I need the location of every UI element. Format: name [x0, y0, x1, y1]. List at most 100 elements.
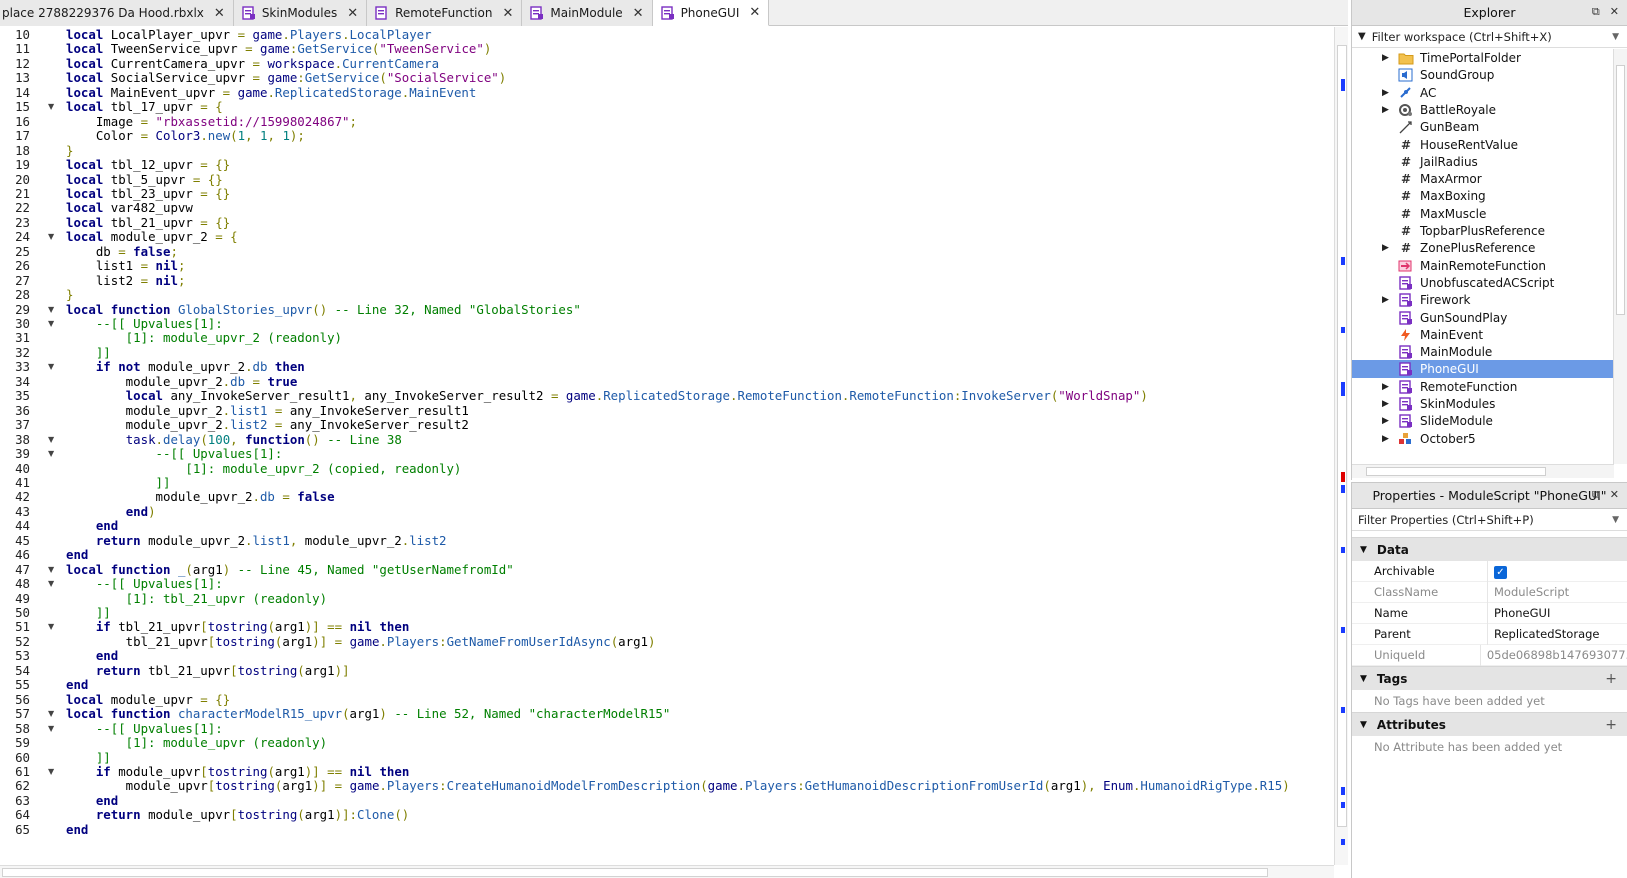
code-line[interactable]: list1 = nil;	[66, 258, 186, 273]
expand-arrow-icon[interactable]: ▶	[1382, 295, 1389, 305]
editor-horizontal-scrollbar[interactable]	[0, 865, 1334, 878]
code-line[interactable]: if tbl_21_upvr[tostring(arg1)] == nil th…	[66, 619, 409, 634]
code-line[interactable]: Color = Color3.new(1, 1, 1);	[66, 128, 305, 143]
property-row-uniqueid[interactable]: UniqueId 05de06898b147693077...	[1352, 644, 1627, 666]
explorer-item-timeportalfolder[interactable]: ▶ TimePortalFolder	[1352, 49, 1614, 67]
tags-section-header[interactable]: ▼ Tags +	[1352, 666, 1627, 690]
expand-arrow-icon[interactable]: ▶	[1382, 243, 1389, 253]
code-line[interactable]: end	[66, 677, 88, 692]
collapse-arrow-icon[interactable]: ▼	[1360, 674, 1367, 684]
undock-icon[interactable]: ⧉	[1592, 5, 1600, 19]
explorer-item-ac[interactable]: ▶ AC	[1352, 84, 1614, 102]
fold-toggle-icon[interactable]: ▼	[48, 432, 54, 447]
explorer-item-mainevent[interactable]: MainEvent	[1352, 326, 1614, 344]
code-line[interactable]: local tbl_5_upvr = {}	[66, 172, 223, 187]
fold-toggle-icon[interactable]: ▼	[48, 302, 54, 317]
code-line[interactable]: module_upvr_2.list1 = any_InvokeServer_r…	[66, 403, 469, 418]
code-line[interactable]: list2 = nil;	[66, 273, 186, 288]
explorer-item-battleroyale[interactable]: ▶ BattleRoyale	[1352, 101, 1614, 119]
explorer-item-october5[interactable]: ▶ October5	[1352, 430, 1614, 448]
data-section-header[interactable]: ▼ Data	[1352, 537, 1627, 561]
code-line[interactable]: return module_upvr_2.list1, module_upvr_…	[66, 533, 447, 548]
explorer-item-topbarplusreference[interactable]: # TopbarPlusReference	[1352, 222, 1614, 240]
code-line[interactable]: end)	[66, 504, 156, 519]
code-line[interactable]: end	[66, 648, 118, 663]
tab-phonegui[interactable]: PhoneGUI ✕	[652, 0, 770, 26]
archivable-checkbox[interactable]: ✓	[1488, 564, 1507, 579]
property-row-classname[interactable]: ClassName ModuleScript	[1352, 581, 1627, 603]
fold-toggle-icon[interactable]: ▼	[48, 576, 54, 591]
code-line[interactable]: [1]: module_upvr_2 (copied, readonly)	[66, 461, 461, 476]
code-line[interactable]: Image = "rbxassetid://15998024867";	[66, 114, 357, 129]
collapse-arrow-icon[interactable]: ▼	[1360, 720, 1367, 730]
code-line[interactable]: [1]: module_upvr_2 (readonly)	[66, 330, 342, 345]
code-line[interactable]: local SocialService_upvr = game:GetServi…	[66, 70, 506, 85]
close-icon[interactable]: ✕	[1610, 488, 1619, 502]
code-line[interactable]: local function characterModelR15_upvr(ar…	[66, 706, 670, 721]
explorer-item-gunsoundplay[interactable]: GunSoundPlay	[1352, 309, 1614, 327]
filter-icon[interactable]: ▼	[1358, 31, 1366, 42]
property-row-archivable[interactable]: Archivable ✓	[1352, 560, 1627, 582]
explorer-item-mainmodule[interactable]: MainModule	[1352, 343, 1614, 361]
code-line[interactable]: if module_upvr[tostring(arg1)] == nil th…	[66, 764, 409, 779]
code-line[interactable]: local TweenService_upvr = game:GetServic…	[66, 41, 491, 56]
code-line[interactable]: return tbl_21_upvr[tostring(arg1)]	[66, 663, 350, 678]
property-row-name[interactable]: Name PhoneGUI	[1352, 602, 1627, 624]
code-line[interactable]: local tbl_12_upvr = {}	[66, 157, 230, 172]
code-line[interactable]: end	[66, 822, 88, 837]
explorer-item-phonegui[interactable]: PhoneGUI	[1352, 360, 1614, 378]
tab-remotefunction[interactable]: RemoteFunction ✕	[367, 0, 523, 26]
explorer-item-soundgroup[interactable]: SoundGroup	[1352, 66, 1614, 84]
expand-arrow-icon[interactable]: ▶	[1382, 382, 1389, 392]
chevron-down-icon[interactable]: ▼	[1612, 32, 1619, 42]
explorer-tree[interactable]: ▶ TimePortalFolder SoundGroup ▶ AC ▶ BattleRoy…	[1352, 49, 1614, 464]
code-line[interactable]: local CurrentCamera_upvr = workspace.Cur…	[66, 56, 439, 71]
fold-toggle-icon[interactable]: ▼	[48, 316, 54, 331]
explorer-item-houserentvalue[interactable]: # HouseRentValue	[1352, 136, 1614, 154]
explorer-vertical-scroll-thumb[interactable]	[1616, 65, 1625, 315]
code-line[interactable]: end	[66, 793, 118, 808]
script-editor[interactable]: 10 11 12 13 14 15 ▼ 16 17 18 19 20 21 22 23 24 ▼ 25 26 27 28…	[0, 27, 1344, 865]
explorer-item-mainremotefunction[interactable]: MainRemoteFunction	[1352, 257, 1614, 275]
code-line[interactable]: --[[ Upvalues[1]:	[66, 446, 283, 461]
code-line[interactable]: return module_upvr[tostring(arg1)]:Clone…	[66, 807, 409, 822]
code-line[interactable]: db = false;	[66, 244, 178, 259]
explorer-item-skinmodules[interactable]: ▶ SkinModules	[1352, 395, 1614, 413]
fold-toggle-icon[interactable]: ▼	[48, 562, 54, 577]
close-icon[interactable]: ✕	[633, 6, 644, 21]
editor-horizontal-scroll-thumb[interactable]	[2, 868, 1268, 877]
code-line[interactable]: ]]	[66, 750, 111, 765]
fold-toggle-icon[interactable]: ▼	[48, 229, 54, 244]
property-row-parent[interactable]: Parent ReplicatedStorage	[1352, 623, 1627, 645]
code-line[interactable]: module_upvr_2.db = true	[66, 374, 298, 389]
code-line[interactable]: local tbl_17_upvr = {	[66, 99, 223, 114]
add-attribute-icon[interactable]: +	[1605, 717, 1617, 733]
explorer-item-jailradius[interactable]: # JailRadius	[1352, 153, 1614, 171]
explorer-item-slidemodule[interactable]: ▶ SlideModule	[1352, 412, 1614, 430]
properties-filter-input[interactable]: Filter Properties (Ctrl+Shift+P) ▼	[1352, 509, 1627, 531]
explorer-item-unobfuscatedacscript[interactable]: UnobfuscatedACScript	[1352, 274, 1614, 292]
code-line[interactable]: tbl_21_upvr[tostring(arg1)] = game.Playe…	[66, 634, 656, 649]
attributes-section-header[interactable]: ▼ Attributes +	[1352, 712, 1627, 736]
code-line[interactable]: local var482_upvw	[66, 200, 193, 215]
close-icon[interactable]: ✕	[214, 6, 225, 21]
fold-toggle-icon[interactable]: ▼	[48, 446, 54, 461]
code-line[interactable]: }	[66, 287, 73, 302]
tab-place-2788229376-da-hood-rbxlx[interactable]: place 2788229376 Da Hood.rbxlx ✕	[0, 0, 234, 26]
code-line[interactable]: local tbl_23_upvr = {}	[66, 186, 230, 201]
code-line[interactable]: --[[ Upvalues[1]:	[66, 316, 223, 331]
code-line[interactable]: end	[66, 547, 88, 562]
expand-arrow-icon[interactable]: ▶	[1382, 53, 1389, 63]
fold-toggle-icon[interactable]: ▼	[48, 619, 54, 634]
fold-toggle-icon[interactable]: ▼	[48, 706, 54, 721]
fold-toggle-icon[interactable]: ▼	[48, 721, 54, 736]
code-line[interactable]: local function GlobalStories_upvr() -- L…	[66, 302, 581, 317]
code-line[interactable]: ]]	[66, 605, 111, 620]
code-line[interactable]: local any_InvokeServer_result1, any_Invo…	[66, 388, 1148, 403]
explorer-item-maxmuscle[interactable]: # MaxMuscle	[1352, 205, 1614, 223]
expand-arrow-icon[interactable]: ▶	[1382, 399, 1389, 409]
fold-toggle-icon[interactable]: ▼	[48, 764, 54, 779]
code-line[interactable]: module_upvr_2.list2 = any_InvokeServer_r…	[66, 417, 469, 432]
explorer-item-gunbeam[interactable]: GunBeam	[1352, 118, 1614, 136]
expand-arrow-icon[interactable]: ▶	[1382, 416, 1389, 426]
